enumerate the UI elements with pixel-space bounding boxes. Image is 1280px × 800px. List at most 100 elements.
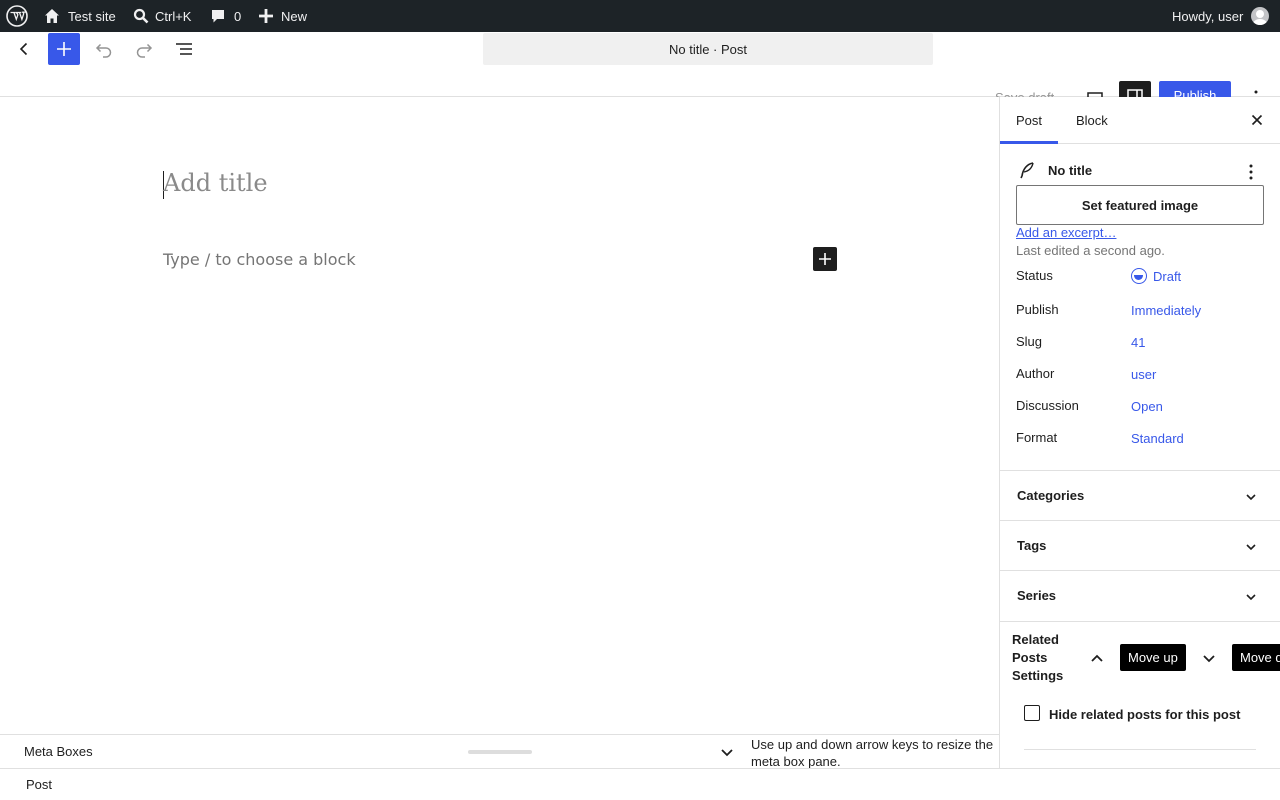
close-icon	[1251, 114, 1263, 126]
discussion-row: Discussion Open	[1016, 398, 1265, 422]
chevron-down-icon	[1246, 544, 1256, 551]
options-menu-button[interactable]	[1244, 87, 1268, 97]
publish-label: Publish	[1016, 302, 1059, 317]
move-down-button[interactable]	[1200, 649, 1218, 672]
command-search-button[interactable]: Ctrl+K	[133, 0, 191, 32]
meta-boxes-toggle[interactable]	[718, 743, 736, 766]
move-up-button[interactable]	[1088, 649, 1106, 672]
chevron-down-icon	[1246, 594, 1256, 601]
meta-box-resize-handle[interactable]	[468, 750, 532, 754]
hide-related-posts-checkbox[interactable]	[1024, 705, 1040, 721]
tab-post[interactable]: Post	[1000, 97, 1058, 144]
editor-canvas: Add title Type / to choose a block	[0, 97, 999, 734]
author-value-button[interactable]: user	[1131, 367, 1156, 382]
tags-panel-title: Tags	[1017, 538, 1047, 553]
settings-sidebar: Post Block No title Set featured image A…	[999, 97, 1280, 768]
status-label: Status	[1016, 268, 1053, 283]
more-vertical-icon	[1249, 164, 1253, 180]
list-view-icon	[176, 43, 192, 55]
sidebar-icon	[1127, 89, 1143, 97]
format-label: Format	[1016, 430, 1058, 445]
document-overview-button[interactable]	[172, 37, 196, 61]
preview-icon	[1087, 92, 1103, 97]
more-vertical-icon	[1254, 90, 1258, 94]
author-label: Author	[1016, 366, 1055, 381]
post-actions-button[interactable]	[1243, 163, 1259, 186]
new-label: New	[281, 8, 308, 24]
chevron-up-icon	[1091, 654, 1103, 662]
publish-date-button[interactable]: Immediately	[1131, 303, 1201, 318]
undo-icon	[95, 43, 112, 58]
categories-panel-toggle[interactable]: Categories	[1000, 470, 1280, 520]
status-value-button[interactable]: Draft	[1153, 269, 1181, 284]
document-title: No title · Post	[668, 41, 748, 57]
slug-value-button[interactable]: 41	[1131, 335, 1145, 350]
default-block-appender[interactable]: Type / to choose a block	[163, 250, 356, 269]
draft-status-icon	[1131, 268, 1147, 284]
search-icon	[133, 8, 149, 24]
series-panel-toggle[interactable]: Series	[1000, 570, 1280, 620]
meta-boxes-label: Meta Boxes	[24, 744, 93, 759]
format-row: Format Standard	[1016, 430, 1265, 454]
search-shortcut-label: Ctrl+K	[155, 8, 192, 24]
comments-count: 0	[234, 8, 242, 24]
sidebar-tabs: Post Block	[1000, 97, 1280, 144]
categories-panel-title: Categories	[1017, 488, 1085, 503]
new-content-link[interactable]: New	[259, 0, 307, 32]
format-value-button[interactable]: Standard	[1131, 431, 1184, 446]
move-down-tooltip: Move down	[1232, 644, 1280, 671]
plus-icon	[819, 253, 831, 265]
document-title-bar[interactable]: No title · Post	[483, 33, 933, 65]
home-icon	[45, 9, 59, 23]
set-featured-image-button[interactable]: Set featured image	[1016, 185, 1264, 225]
resize-help-text: Use up and down arrow keys to resize the…	[751, 737, 994, 769]
discussion-value-button[interactable]: Open	[1131, 399, 1163, 414]
block-inserter-button[interactable]	[48, 33, 80, 65]
plus-icon	[57, 42, 71, 56]
slug-row: Slug 41	[1016, 334, 1265, 358]
chevron-left-icon	[19, 42, 28, 56]
redo-icon	[136, 43, 153, 58]
site-name-label: Test site	[68, 8, 116, 24]
author-row: Author user	[1016, 366, 1265, 390]
account-menu[interactable]: Howdy, user	[1172, 0, 1270, 32]
divider	[1024, 749, 1256, 750]
last-edited-text: Last edited a second ago.	[1016, 243, 1165, 258]
editor-header: No title · Post Save draft Publish	[0, 32, 1280, 98]
chevron-down-icon	[1203, 655, 1215, 663]
back-button[interactable]	[12, 37, 36, 61]
post-title-input[interactable]: Add title	[163, 169, 268, 197]
site-name-link[interactable]: Test site	[44, 0, 116, 32]
wordpress-logo-icon[interactable]	[6, 0, 28, 32]
breadcrumb[interactable]: Post	[26, 777, 52, 792]
discussion-label: Discussion	[1016, 398, 1079, 413]
series-panel-title: Series	[1017, 588, 1057, 603]
avatar	[1251, 7, 1270, 25]
preview-button[interactable]	[1083, 89, 1107, 97]
related-posts-title: Related Posts Settings	[1012, 632, 1064, 683]
comments-link[interactable]: 0	[210, 0, 241, 32]
publish-row: Publish Immediately	[1016, 302, 1265, 326]
greeting-label: Howdy, user	[1172, 8, 1244, 24]
editor-footer: Post	[0, 768, 1280, 800]
tags-panel-toggle[interactable]: Tags	[1000, 520, 1280, 570]
chevron-down-icon	[1246, 494, 1256, 501]
plus-icon	[259, 9, 273, 23]
add-block-button[interactable]	[813, 247, 837, 271]
meta-boxes-pane: Meta Boxes Use up and down arrow keys to…	[0, 734, 999, 769]
chevron-down-icon	[721, 749, 733, 757]
publish-button[interactable]: Publish	[1159, 81, 1231, 97]
related-posts-metabox: Related Posts Settings Move up Move down…	[1000, 621, 1280, 768]
hide-related-posts-label[interactable]: Hide related posts for this post	[1049, 707, 1240, 722]
add-excerpt-link[interactable]: Add an excerpt…	[1016, 225, 1116, 240]
tab-block[interactable]: Block	[1060, 97, 1124, 144]
post-card-title: No title	[1048, 163, 1093, 178]
post-feather-icon	[1020, 162, 1034, 179]
undo-button[interactable]	[92, 37, 116, 61]
admin-bar: Test site Ctrl+K 0 New Howdy, user	[0, 0, 1280, 32]
redo-button[interactable]	[132, 37, 156, 61]
settings-toggle-button[interactable]	[1119, 81, 1151, 97]
close-sidebar-button[interactable]	[1246, 109, 1268, 136]
slug-label: Slug	[1016, 334, 1043, 349]
status-row: Status Draft	[1016, 268, 1265, 292]
